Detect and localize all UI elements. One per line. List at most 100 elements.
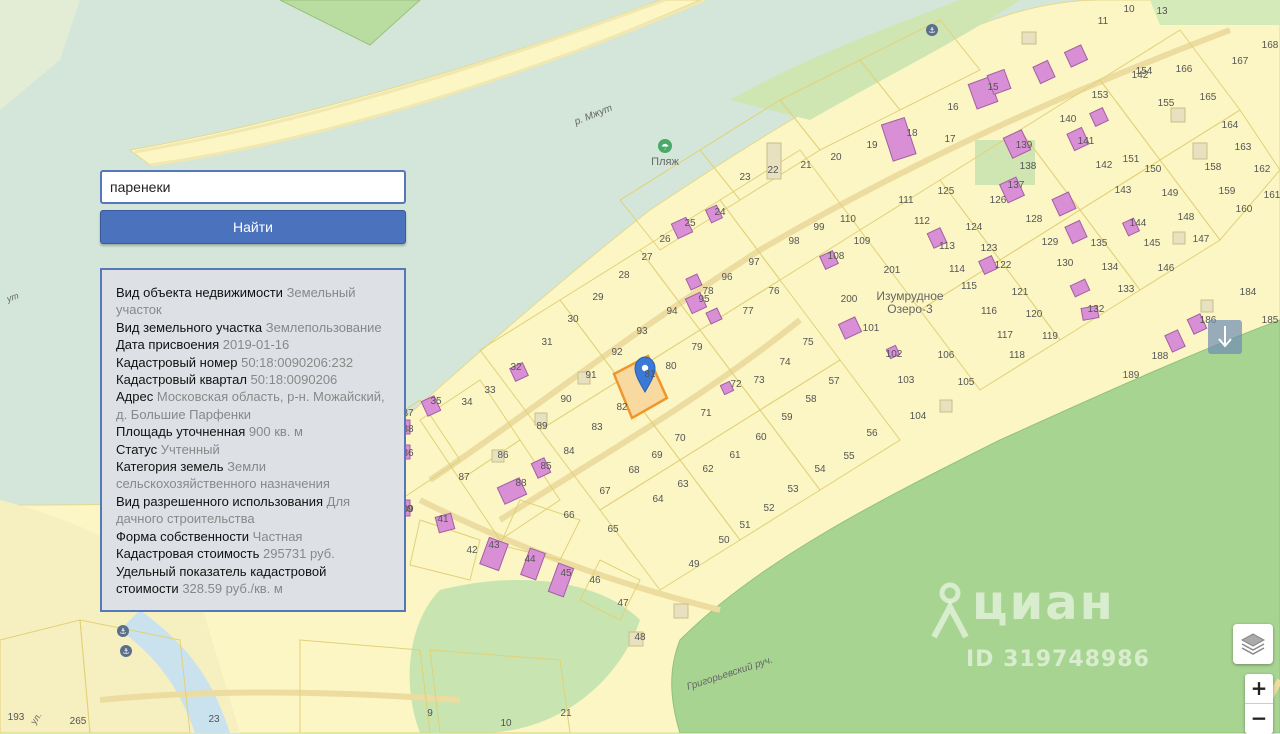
plot-number: 188 bbox=[1152, 351, 1169, 362]
scroll-down-arrow-button[interactable] bbox=[1208, 320, 1242, 354]
plot-number: 149 bbox=[1162, 188, 1179, 199]
plot-number: 19 bbox=[866, 140, 878, 151]
plot-number: 56 bbox=[866, 428, 878, 439]
info-row-key: Форма собственности bbox=[116, 528, 250, 544]
district-label-line2: Озеро-3 bbox=[887, 302, 933, 316]
plot-number: 167 bbox=[1232, 56, 1249, 67]
plot-number: 106 bbox=[938, 350, 955, 361]
plot-number: 128 bbox=[1026, 214, 1043, 225]
info-row-value: 50:18:0090206:232 bbox=[241, 354, 354, 370]
parcel-info-panel: Вид объекта недвижимости Земельный участ… bbox=[100, 268, 406, 612]
plot-number: 27 bbox=[641, 252, 653, 263]
info-row-value: 900 кв. м bbox=[248, 424, 303, 440]
plot-number: 74 bbox=[779, 357, 791, 368]
plot-number: 20 bbox=[830, 152, 842, 163]
plot-number: 147 bbox=[1193, 234, 1210, 245]
plot-number: 158 bbox=[1205, 162, 1222, 173]
svg-text:☂: ☂ bbox=[661, 143, 669, 153]
plot-number: 138 bbox=[1020, 161, 1037, 172]
search-input[interactable] bbox=[100, 170, 406, 204]
info-row-value: 50:18:0090206 bbox=[250, 372, 338, 388]
district-label-line1: Изумрудное bbox=[876, 289, 944, 303]
plot-number: 31 bbox=[541, 337, 553, 348]
plot-number: 125 bbox=[938, 186, 955, 197]
plot-number: 32 bbox=[510, 362, 522, 373]
plot-number: 73 bbox=[753, 375, 765, 386]
plot-number: 21 bbox=[560, 708, 572, 719]
plot-number: 148 bbox=[1178, 212, 1195, 223]
plot-number: 137 bbox=[1008, 180, 1025, 191]
plot-number: 57 bbox=[828, 376, 840, 387]
plot-number: 9 bbox=[427, 708, 433, 719]
watermark: циан ID 319748986 bbox=[930, 575, 1170, 675]
plot-number: 104 bbox=[910, 411, 927, 422]
anchor-icon: ⚓ bbox=[120, 645, 132, 657]
plot-number: 68 bbox=[628, 465, 640, 476]
info-row-value: Московская область, р-н. Можайский, д. Б… bbox=[116, 389, 385, 422]
info-row: Форма собственности Частная bbox=[116, 528, 392, 545]
plot-number: 118 bbox=[1009, 350, 1025, 361]
plot-number: 45 bbox=[560, 568, 572, 579]
search-button[interactable]: Найти bbox=[100, 210, 406, 244]
info-row-key: Площадь уточненная bbox=[116, 424, 246, 440]
plot-number: 130 bbox=[1057, 258, 1074, 269]
plot-number: 139 bbox=[1016, 140, 1033, 151]
plot-number: 111 bbox=[898, 195, 914, 206]
plot-number: 21 bbox=[800, 160, 812, 171]
plot-number: 11 bbox=[1098, 16, 1109, 27]
plot-number: 52 bbox=[763, 503, 775, 514]
plot-number: 80 bbox=[665, 361, 677, 372]
plot-number: 89 bbox=[536, 421, 548, 432]
plot-number: 71 bbox=[700, 408, 712, 419]
plot-number: 201 bbox=[884, 265, 901, 276]
info-row: Вид объекта недвижимости Земельный участ… bbox=[116, 284, 392, 319]
plot-number: 168 bbox=[1262, 40, 1279, 51]
plot-number: 15 bbox=[987, 82, 999, 93]
plot-number: 99 bbox=[813, 222, 825, 233]
svg-text:⚓: ⚓ bbox=[928, 26, 935, 35]
plot-number: 54 bbox=[814, 464, 826, 475]
zoom-in-button[interactable]: + bbox=[1245, 674, 1273, 704]
info-row: Кадастровый квартал 50:18:0090206 bbox=[116, 371, 392, 388]
plot-number: 33 bbox=[484, 385, 496, 396]
plot-number: 22 bbox=[767, 165, 779, 176]
plot-number: 61 bbox=[729, 450, 741, 461]
info-row-key: Статус bbox=[116, 441, 158, 457]
beach-label: Пляж bbox=[651, 156, 679, 168]
plot-number: 85 bbox=[540, 461, 552, 472]
plot-number: 162 bbox=[1254, 164, 1271, 175]
zoom-out-button[interactable]: − bbox=[1245, 704, 1273, 733]
plot-number: 113 bbox=[939, 241, 955, 252]
info-row: Площадь уточненная 900 кв. м bbox=[116, 423, 392, 440]
layers-button[interactable] bbox=[1233, 624, 1273, 664]
plot-number: 63 bbox=[677, 479, 689, 490]
plot-number: 150 bbox=[1145, 164, 1162, 175]
plot-number: 29 bbox=[592, 292, 604, 303]
plot-number: 42 bbox=[466, 545, 478, 556]
plot-number: 120 bbox=[1026, 309, 1043, 320]
watermark-brand: циан bbox=[972, 575, 1115, 631]
plot-number: 28 bbox=[618, 270, 630, 281]
plot-number: 59 bbox=[781, 412, 793, 423]
info-row: Дата присвоения 2019-01-16 bbox=[116, 336, 392, 353]
plot-number: 17 bbox=[944, 134, 956, 145]
plot-number: 81 bbox=[644, 369, 656, 380]
plot-number: 75 bbox=[802, 337, 814, 348]
zoom-control: + − bbox=[1245, 674, 1273, 734]
plot-number: 115 bbox=[961, 281, 977, 292]
plot-number: 110 bbox=[840, 214, 856, 225]
info-row-key: Кадастровый номер bbox=[116, 354, 238, 370]
plot-number: 116 bbox=[981, 306, 997, 317]
plot-number: 30 bbox=[567, 314, 579, 325]
plot-number: 43 bbox=[488, 540, 500, 551]
plot-number: 144 bbox=[1130, 218, 1147, 229]
plot-number: 25 bbox=[684, 218, 696, 229]
plot-number: 132 bbox=[1088, 304, 1105, 315]
info-row-key: Адрес bbox=[116, 389, 154, 405]
plot-number: 26 bbox=[659, 234, 671, 245]
plot-number: 34 bbox=[461, 397, 473, 408]
plot-number: 90 bbox=[560, 394, 572, 405]
info-row-key: Дата присвоения bbox=[116, 337, 220, 353]
info-row-key: Кадастровый квартал bbox=[116, 372, 247, 388]
plot-number: 102 bbox=[886, 349, 903, 360]
